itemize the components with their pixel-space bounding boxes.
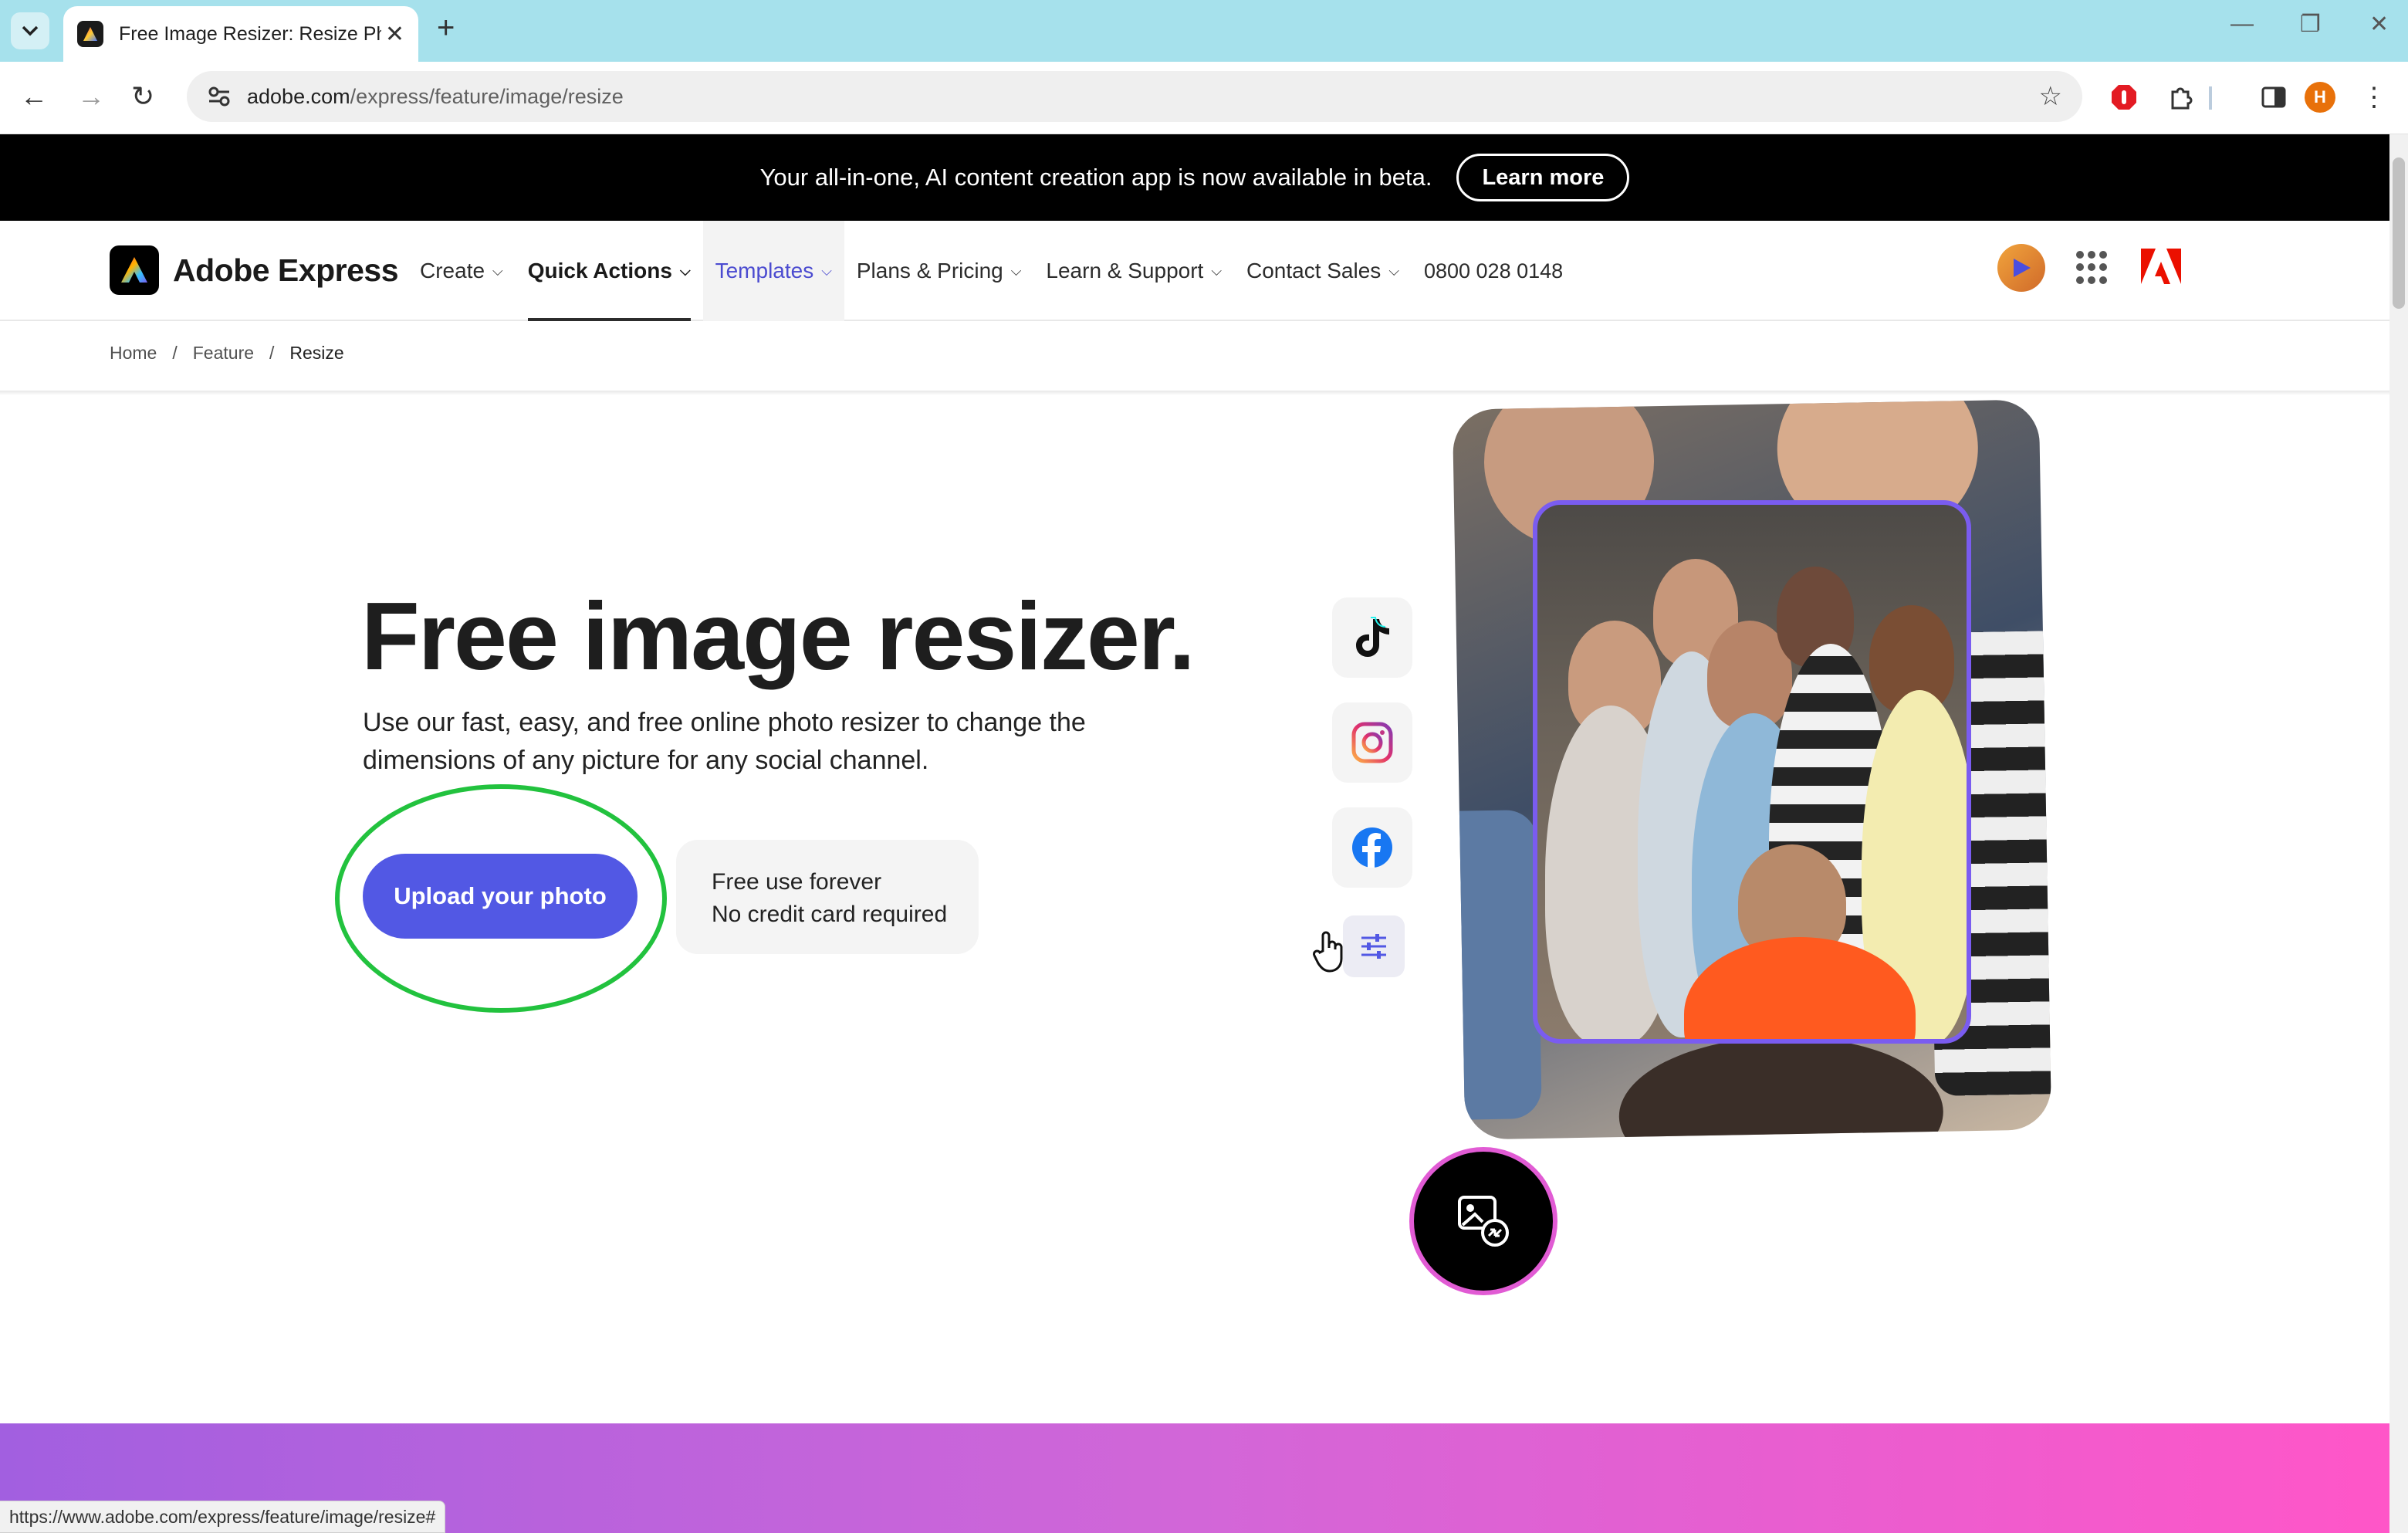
tab-search-button[interactable] [11, 12, 49, 49]
restore-window-icon[interactable]: ❐ [2300, 11, 2321, 38]
chevron-down-icon: ⌵ [1388, 262, 1399, 279]
new-tab-button[interactable]: + [437, 11, 455, 46]
nav-plans-pricing[interactable]: Plans & Pricing ⌵ [844, 221, 1034, 321]
breadcrumb-feature[interactable]: Feature [193, 343, 254, 364]
nav-quick-actions-label: Quick Actions [527, 259, 672, 283]
adobe-logo-icon[interactable] [2141, 248, 2181, 288]
adobe-express-favicon-icon [77, 21, 103, 47]
hand-cursor-icon [1312, 931, 1346, 982]
facebook-icon [1332, 807, 1412, 888]
chevron-down-icon: ⌵ [492, 262, 503, 279]
divider [0, 391, 2389, 395]
address-bar[interactable]: adobe.com/express/feature/image/resize ☆ [187, 71, 2082, 122]
url-text: adobe.com/express/feature/image/resize [247, 84, 624, 108]
tab-title: Free Image Resizer: Resize Phot [119, 22, 381, 45]
upload-photo-button[interactable]: Upload your photo [363, 854, 638, 939]
nav-create[interactable]: Create ⌵ [408, 221, 516, 321]
nav-learn-support[interactable]: Learn & Support ⌵ [1033, 221, 1234, 321]
status-bar-url: https://www.adobe.com/express/feature/im… [0, 1501, 446, 1533]
nav-quick-actions[interactable]: Quick Actions ⌵ [516, 221, 703, 321]
breadcrumb-separator: / [269, 343, 275, 363]
adblock-extension-icon[interactable] [2109, 82, 2139, 113]
hero-description: Use our fast, easy, and free online phot… [363, 708, 1086, 775]
toolbar-divider [2209, 86, 2212, 110]
chevron-down-icon: ⌵ [821, 262, 832, 279]
image-resize-tool-icon [1409, 1147, 1557, 1295]
nav-templates-label: Templates [715, 259, 814, 283]
chevron-down-icon [22, 25, 39, 36]
app-switcher-icon[interactable] [2076, 251, 2110, 285]
group-photo [1533, 500, 1971, 1044]
browser-menu-icon[interactable]: ⋮ [2359, 82, 2389, 113]
nav-plans-pricing-label: Plans & Pricing [856, 259, 1003, 283]
page-scrollbar[interactable] [2389, 134, 2408, 1533]
learn-more-button[interactable]: Learn more [1456, 154, 1630, 201]
settings-sliders-icon [1343, 915, 1405, 977]
chevron-down-icon: ⌵ [1211, 262, 1222, 279]
nav-right-tools [1997, 244, 2181, 292]
browser-toolbar: ← → ↻ adobe.com/express/feature/image/re… [0, 62, 2408, 134]
nav-menu: Create ⌵ Quick Actions ⌵ Templates ⌵ Plans … [408, 221, 1575, 321]
promo-text: Your all-in-one, AI content creation app… [759, 164, 1432, 191]
reload-icon[interactable]: ↻ [131, 80, 154, 113]
profile-avatar[interactable]: H [2305, 82, 2335, 113]
promo-banner: Your all-in-one, AI content creation app… [0, 134, 2389, 221]
brand-name: Adobe Express [173, 252, 399, 288]
no-credit-card-line: No credit card required [712, 902, 948, 927]
nav-contact-sales[interactable]: Contact Sales ⌵ [1234, 221, 1412, 321]
free-use-line: Free use forever [712, 869, 882, 895]
browser-tab-bar: Free Image Resizer: Resize Phot ✕ + — ❐ … [0, 0, 2408, 62]
global-nav: Adobe Express Create ⌵ Quick Actions ⌵ Tem… [0, 221, 2389, 321]
nav-create-label: Create [420, 259, 485, 283]
close-tab-icon[interactable]: ✕ [385, 21, 404, 48]
breadcrumb-current: Resize [289, 343, 344, 363]
minimize-window-icon[interactable]: — [2230, 11, 2254, 37]
page-title: Free image resizer. [361, 584, 1196, 690]
adobe-express-logo-icon [110, 245, 159, 295]
back-arrow-icon[interactable]: ← [20, 80, 48, 113]
browser-tab[interactable]: Free Image Resizer: Resize Phot ✕ [63, 6, 418, 62]
instagram-icon [1332, 702, 1412, 783]
site-info-icon[interactable] [202, 80, 236, 113]
sales-phone-number[interactable]: 0800 028 0148 [1412, 259, 1575, 283]
breadcrumb-separator: / [172, 343, 178, 363]
extensions-puzzle-icon[interactable] [2166, 82, 2197, 113]
scrollbar-thumb[interactable] [2393, 157, 2405, 309]
chevron-down-icon: ⌵ [679, 262, 691, 279]
nav-templates[interactable]: Templates ⌵ [702, 221, 844, 321]
adobe-express-brand[interactable]: Adobe Express [110, 245, 399, 295]
close-window-icon[interactable]: ✕ [2369, 11, 2389, 38]
tiktok-icon [1332, 597, 1412, 678]
side-panel-icon[interactable] [2258, 82, 2289, 113]
free-use-note: Free use forever No credit card required [676, 840, 979, 954]
breadcrumb-home[interactable]: Home [110, 343, 157, 364]
bookmark-star-icon[interactable]: ☆ [2039, 81, 2062, 112]
user-avatar[interactable] [1997, 244, 2045, 292]
forward-arrow-icon[interactable]: → [77, 80, 105, 113]
web-page: Your all-in-one, AI content creation app… [0, 134, 2389, 1533]
breadcrumb: Home / Feature / Resize [110, 343, 344, 364]
chevron-down-icon: ⌵ [1010, 262, 1022, 279]
nav-learn-support-label: Learn & Support [1046, 259, 1204, 283]
nav-contact-sales-label: Contact Sales [1246, 259, 1382, 283]
